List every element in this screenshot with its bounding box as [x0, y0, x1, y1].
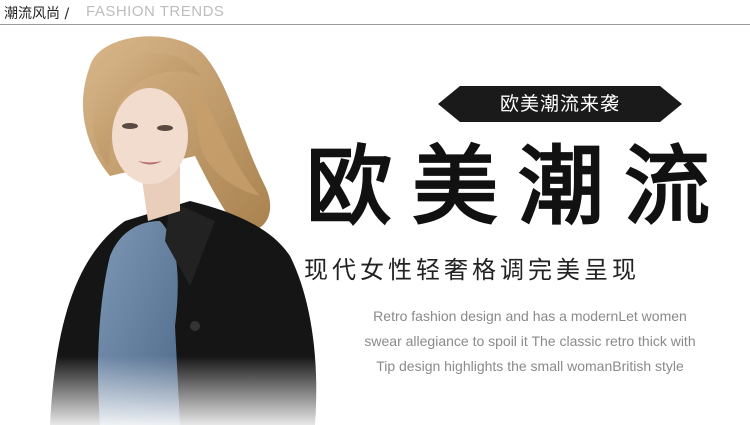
- description-line: Tip design highlights the small womanBri…: [376, 358, 684, 374]
- breadcrumb-section-cn: 潮流风尚 /: [4, 6, 70, 22]
- description-line: swear allegiance to spoil it The classic…: [364, 333, 696, 349]
- breadcrumb-section-en: FASHION TRENDS: [86, 3, 225, 20]
- badge-label: 欧美潮流来袭: [499, 93, 620, 115]
- headline: 欧美潮流: [306, 136, 730, 237]
- subheadline: 现代女性轻奢格调完美呈现: [304, 256, 640, 284]
- model-photo: [30, 36, 330, 425]
- top-bar: 潮流风尚 / FASHION TRENDS: [0, 0, 750, 25]
- description-line: Retro fashion design and has a modernLet…: [373, 308, 687, 324]
- description: Retro fashion design and has a modernLet…: [345, 304, 715, 379]
